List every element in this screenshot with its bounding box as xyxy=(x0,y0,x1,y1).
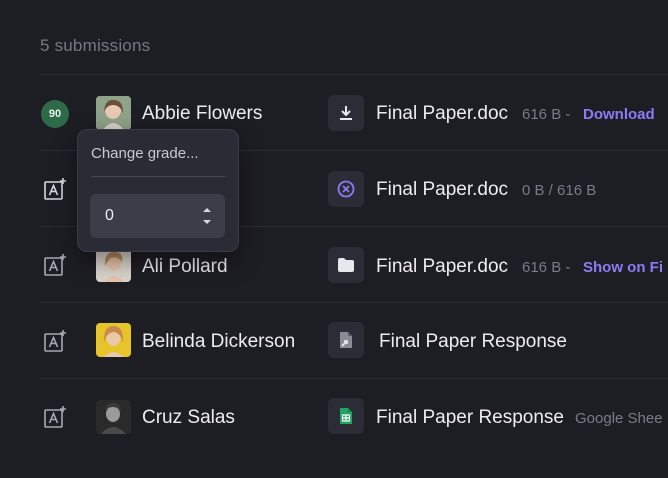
file-type: Google Shee xyxy=(575,410,663,427)
file-name[interactable]: Final Paper.doc xyxy=(376,103,508,125)
student-name[interactable]: Ali Pollard xyxy=(142,256,228,278)
stepper-icon[interactable] xyxy=(201,205,213,227)
upload-progress: 0 B / 616 B xyxy=(522,182,597,199)
add-grade-icon[interactable] xyxy=(43,177,67,201)
file-name[interactable]: Final Paper Response xyxy=(376,407,564,429)
file-name[interactable]: Final Paper.doc xyxy=(376,179,508,201)
download-icon[interactable] xyxy=(328,95,364,131)
avatar xyxy=(96,96,131,130)
avatar xyxy=(96,323,131,357)
divider xyxy=(40,74,668,75)
show-in-finder-link[interactable]: Show on Fi xyxy=(583,259,663,276)
student-name[interactable]: Abbie Flowers xyxy=(142,103,262,125)
add-grade-icon[interactable] xyxy=(43,253,67,277)
folder-icon[interactable] xyxy=(328,247,364,283)
avatar xyxy=(96,400,131,434)
file-name[interactable]: Final Paper Response xyxy=(379,331,567,353)
avatar xyxy=(96,248,131,282)
google-sheets-icon[interactable] xyxy=(328,398,364,434)
add-grade-icon[interactable] xyxy=(43,405,67,429)
popover-title: Change grade... xyxy=(91,145,199,162)
student-name[interactable]: Belinda Dickerson xyxy=(142,331,295,353)
download-link[interactable]: Download xyxy=(583,106,655,123)
submission-row[interactable]: Cruz Salas Final Paper Response Google S… xyxy=(0,379,668,454)
file-name[interactable]: Final Paper.doc xyxy=(376,256,508,278)
document-shortcut-icon[interactable] xyxy=(328,322,364,358)
student-name[interactable]: Cruz Salas xyxy=(142,407,235,429)
add-grade-icon[interactable] xyxy=(43,329,67,353)
change-grade-popover[interactable]: Change grade... 0 xyxy=(77,129,239,252)
grade-input-value[interactable]: 0 xyxy=(105,207,114,225)
file-size: 616 B - xyxy=(522,259,571,276)
submission-row[interactable]: Belinda Dickerson Final Paper Response xyxy=(0,303,668,378)
file-size: 616 B - xyxy=(522,106,571,123)
grade-badge[interactable]: 90 xyxy=(41,100,69,128)
grade-number-input[interactable]: 0 xyxy=(90,194,225,238)
x-circle-icon[interactable] xyxy=(328,171,364,207)
divider xyxy=(91,176,225,177)
submissions-header: 5 submissions xyxy=(40,36,151,55)
